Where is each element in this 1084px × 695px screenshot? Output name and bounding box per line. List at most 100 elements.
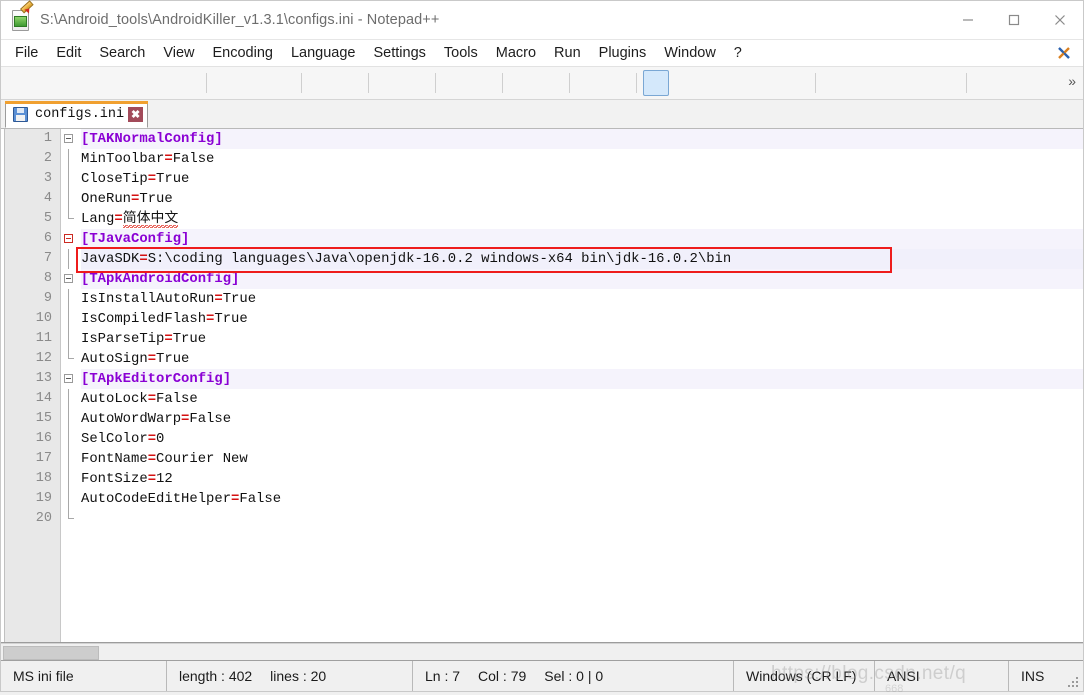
status-insert-mode[interactable]: INS xyxy=(1009,661,1056,691)
editor-area[interactable]: 1 2 3 4 5 6 7 8 9 10 11 12 13 14 15 16 17 18 19 20 [TAKNorm… xyxy=(1,129,1083,643)
code-line[interactable]: FontName=Courier New xyxy=(81,449,1083,469)
find-icon[interactable] xyxy=(375,70,401,96)
maximize-icon[interactable] xyxy=(991,1,1037,39)
word-wrap-icon[interactable] xyxy=(576,70,602,96)
show-document-map-icon[interactable] xyxy=(699,70,725,96)
copy-icon[interactable] xyxy=(241,70,267,96)
fold-box-icon[interactable] xyxy=(64,274,73,283)
fold-toggle[interactable] xyxy=(61,369,79,389)
zoom-out-icon[interactable] xyxy=(470,70,496,96)
new-file-icon[interactable] xyxy=(6,70,32,96)
replace-icon[interactable] xyxy=(403,70,429,96)
saved-floppy-icon xyxy=(13,107,28,122)
close-document-icon[interactable] xyxy=(1055,44,1073,62)
toolbar-separator xyxy=(502,73,503,93)
status-eol-format[interactable]: Windows (CR LF) xyxy=(734,661,874,691)
sync-horizontal-scroll-icon[interactable] xyxy=(537,70,563,96)
menu-item-encoding[interactable]: Encoding xyxy=(204,40,282,66)
save-macro-icon[interactable] xyxy=(934,70,960,96)
code-line[interactable]: SelColor=0 xyxy=(81,429,1083,449)
menu-item-[interactable]: ? xyxy=(725,40,751,66)
code-line[interactable]: Lang=简体中文 xyxy=(81,209,1083,229)
code-line[interactable]: IsCompiledFlash=True xyxy=(81,309,1083,329)
menu-item-language[interactable]: Language xyxy=(282,40,365,66)
toolbar-separator xyxy=(966,73,967,93)
compare-icon[interactable] xyxy=(1001,70,1027,96)
print-icon[interactable] xyxy=(174,70,200,96)
minimize-icon[interactable] xyxy=(945,1,991,39)
save-all-icon[interactable] xyxy=(90,70,116,96)
code-line[interactable]: OneRun=True xyxy=(81,189,1083,209)
ini-key: SelColor xyxy=(81,431,148,447)
close-file-icon[interactable] xyxy=(118,70,144,96)
close-all-files-icon[interactable] xyxy=(146,70,172,96)
fold-box-icon[interactable] xyxy=(64,134,73,143)
show-all-characters-icon[interactable] xyxy=(604,70,630,96)
code-line[interactable]: [TApkAndroidConfig] xyxy=(81,269,1083,289)
menu-item-run[interactable]: Run xyxy=(545,40,590,66)
code-line[interactable] xyxy=(81,509,1083,529)
toolbar-overflow-icon[interactable]: » xyxy=(1068,74,1076,88)
fold-toggle[interactable] xyxy=(61,229,79,249)
menu-item-view[interactable]: View xyxy=(154,40,203,66)
user-defined-dialog-icon[interactable] xyxy=(671,70,697,96)
sync-vertical-scroll-icon[interactable] xyxy=(509,70,535,96)
menu-item-macro[interactable]: Macro xyxy=(487,40,545,66)
code-content[interactable]: [TAKNormalConfig] MinToolbar=False CloseTi… xyxy=(76,129,1083,642)
menu-item-settings[interactable]: Settings xyxy=(364,40,434,66)
ini-value: 0 xyxy=(156,431,165,447)
undo-icon[interactable] xyxy=(308,70,334,96)
show-indent-guide-icon[interactable] xyxy=(643,70,669,96)
document-monitor-icon[interactable] xyxy=(783,70,809,96)
compare-clear-icon[interactable] xyxy=(1029,70,1055,96)
line-number: 14 xyxy=(35,391,52,406)
menu-item-edit[interactable]: Edit xyxy=(47,40,90,66)
code-line[interactable]: FontSize=12 xyxy=(81,469,1083,489)
close-icon[interactable] xyxy=(1037,1,1083,39)
run-icon[interactable] xyxy=(973,70,999,96)
ini-key: AutoCodeEditHelper xyxy=(81,491,232,507)
resize-grip-icon[interactable] xyxy=(1068,677,1080,689)
menu-item-plugins[interactable]: Plugins xyxy=(590,40,656,66)
folder-as-workspace-icon[interactable] xyxy=(755,70,781,96)
open-file-icon[interactable] xyxy=(34,70,60,96)
code-line[interactable]: [TAKNormalConfig] xyxy=(81,129,1083,149)
function-list-icon[interactable] xyxy=(727,70,753,96)
save-icon[interactable] xyxy=(62,70,88,96)
start-record-icon[interactable] xyxy=(822,70,848,96)
menu-item-tools[interactable]: Tools xyxy=(435,40,487,66)
fold-line xyxy=(68,469,69,489)
code-line[interactable]: [TJavaConfig] xyxy=(81,229,1083,249)
code-line[interactable]: AutoCodeEditHelper=False xyxy=(81,489,1083,509)
tab-close-icon[interactable]: ✖ xyxy=(128,107,144,122)
play-macro-icon[interactable] xyxy=(878,70,904,96)
ini-value: True xyxy=(156,351,190,367)
stop-record-icon[interactable] xyxy=(850,70,876,96)
code-line[interactable]: AutoWordWarp=False xyxy=(81,409,1083,429)
code-line[interactable]: JavaSDK=S:\coding languages\Java\openjdk… xyxy=(81,249,1083,269)
fold-toggle[interactable] xyxy=(61,129,79,149)
fold-box-icon[interactable] xyxy=(64,374,73,383)
code-line[interactable]: AutoLock=False xyxy=(81,389,1083,409)
status-encoding[interactable]: ANSI xyxy=(875,661,1008,691)
paste-icon[interactable] xyxy=(269,70,295,96)
run-macro-multiple-icon[interactable] xyxy=(906,70,932,96)
menu-item-window[interactable]: Window xyxy=(655,40,725,66)
code-line[interactable]: IsInstallAutoRun=True xyxy=(81,289,1083,309)
code-line[interactable]: [TApkEditorConfig] xyxy=(81,369,1083,389)
code-line[interactable]: CloseTip=True xyxy=(81,169,1083,189)
fold-margin[interactable] xyxy=(61,129,79,642)
menu-item-search[interactable]: Search xyxy=(90,40,154,66)
fold-box-icon[interactable] xyxy=(64,234,73,243)
code-line[interactable]: IsParseTip=True xyxy=(81,329,1083,349)
fold-toggle[interactable] xyxy=(61,269,79,289)
menu-item-file[interactable]: File xyxy=(6,40,47,66)
horizontal-scrollbar-thumb[interactable] xyxy=(3,646,99,660)
horizontal-scrollbar[interactable] xyxy=(1,643,1083,660)
redo-icon[interactable] xyxy=(336,70,362,96)
code-line[interactable]: MinToolbar=False xyxy=(81,149,1083,169)
tab-configs-ini[interactable]: configs.ini ✖ xyxy=(5,101,149,128)
cut-icon[interactable] xyxy=(213,70,239,96)
code-line[interactable]: AutoSign=True xyxy=(81,349,1083,369)
zoom-in-icon[interactable] xyxy=(442,70,468,96)
